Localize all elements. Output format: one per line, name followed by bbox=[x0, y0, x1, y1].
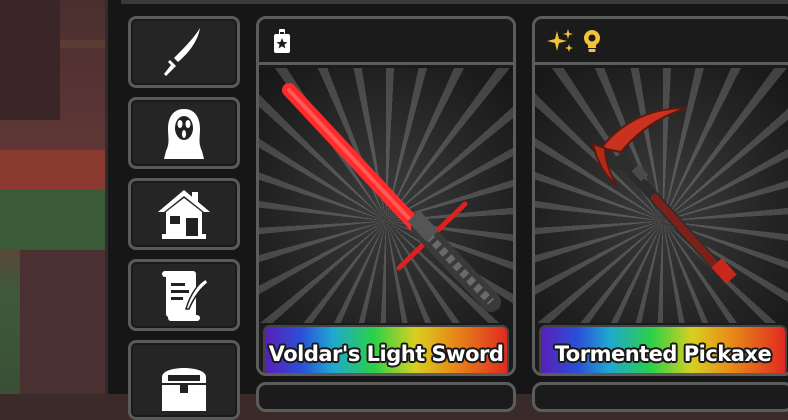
game-world-background bbox=[0, 0, 105, 394]
scroll-quill-icon bbox=[162, 271, 209, 321]
panel-top-bar bbox=[121, 0, 788, 4]
item-card-next-row[interactable] bbox=[256, 382, 516, 412]
item-name: Voldar's Light Sword bbox=[268, 342, 504, 366]
item-image bbox=[259, 68, 513, 323]
category-housing-button[interactable] bbox=[128, 178, 240, 250]
item-card[interactable]: Voldar's Light Sword bbox=[256, 16, 516, 376]
item-card[interactable]: Tormented Pickaxe bbox=[532, 16, 788, 376]
treasure-chest-icon bbox=[162, 368, 206, 411]
lightbulb-icon bbox=[584, 29, 600, 52]
world-shadow bbox=[20, 250, 105, 394]
lightsaber-image bbox=[282, 83, 501, 312]
item-badges bbox=[535, 19, 788, 65]
item-name: Tormented Pickaxe bbox=[554, 342, 772, 366]
item-image bbox=[535, 68, 788, 323]
ghostface-icon bbox=[164, 109, 204, 159]
category-storage-button[interactable] bbox=[128, 340, 240, 420]
category-quests-button[interactable] bbox=[128, 259, 240, 331]
sword-icon bbox=[164, 28, 200, 76]
world-rail bbox=[60, 40, 105, 48]
item-name-banner: Tormented Pickaxe bbox=[539, 325, 787, 373]
item-name-banner: Voldar's Light Sword bbox=[263, 325, 509, 373]
world-wall bbox=[0, 0, 60, 120]
house-icon bbox=[158, 190, 210, 239]
pickaxe-image bbox=[591, 107, 737, 284]
category-weapons-button[interactable] bbox=[128, 16, 240, 88]
world-grass bbox=[0, 190, 105, 250]
card-pass-icon bbox=[274, 28, 290, 53]
sparkles-icon bbox=[547, 28, 573, 52]
item-card-next-row[interactable] bbox=[532, 382, 788, 412]
item-badges bbox=[259, 19, 513, 65]
world-floor bbox=[0, 150, 105, 190]
category-cosmetics-button[interactable] bbox=[128, 97, 240, 169]
